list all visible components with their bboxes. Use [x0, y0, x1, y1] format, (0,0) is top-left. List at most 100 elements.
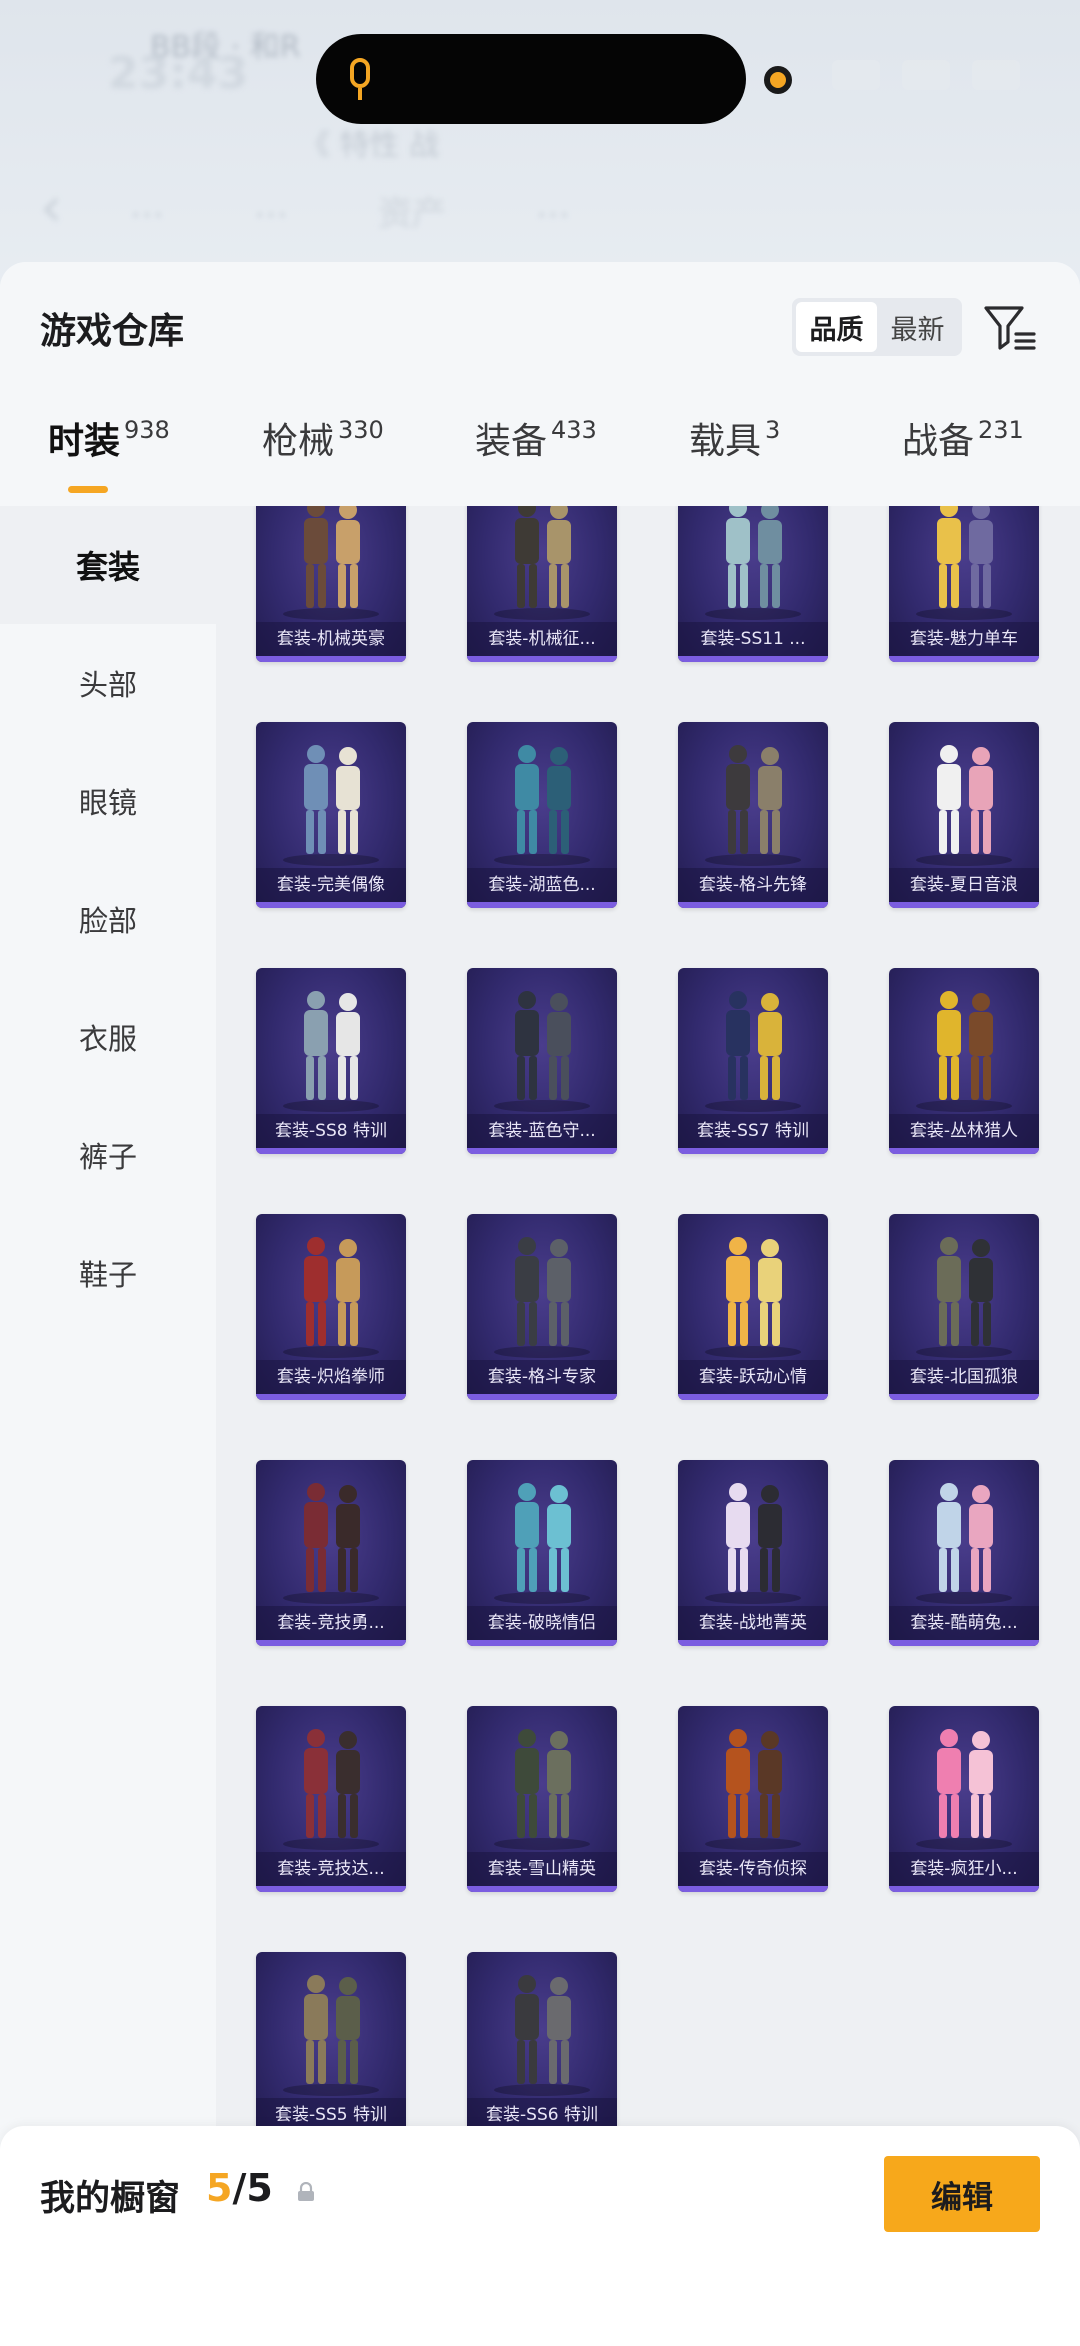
item-card[interactable]: 套装-疯狂小...: [889, 1706, 1039, 1892]
item-card-label: 套装-夏日音浪: [889, 868, 1039, 902]
outfit-thumbnail-icon: [705, 506, 801, 620]
lock-icon: [298, 2182, 314, 2201]
sidebar-item-outfit[interactable]: 套装: [0, 506, 216, 624]
item-card[interactable]: 套装-格斗先锋: [678, 722, 828, 908]
outfit-thumbnail-icon: [283, 1975, 379, 2096]
background-page: BB段 · 和R 23:43 《 特性 战 ‹ … … 资产 …: [0, 0, 1080, 300]
background-tabs: … … 资产 …: [130, 186, 570, 235]
outfit-thumbnail-icon: [494, 1729, 590, 1850]
dynamic-island: [316, 34, 746, 124]
item-card[interactable]: 套装-机械征...: [467, 506, 617, 662]
edit-button[interactable]: 编辑: [884, 2156, 1040, 2232]
item-card[interactable]: 套装-格斗专家: [467, 1214, 617, 1400]
item-card-label: 套装-竞技达...: [256, 1852, 406, 1886]
background-tab: …: [130, 186, 164, 226]
item-card-label: 套装-传奇侦探: [678, 1852, 828, 1886]
item-card[interactable]: 套装-SS11 ...: [678, 506, 828, 662]
tab-vehicles[interactable]: 载具 3: [689, 412, 780, 472]
outfit-thumbnail-icon: [494, 1975, 590, 2096]
item-card[interactable]: 套装-夏日音浪: [889, 722, 1039, 908]
item-card-label: 套装-破晓情侣: [467, 1606, 617, 1640]
item-card-label: 套装-炽焰拳师: [256, 1360, 406, 1394]
item-card[interactable]: 套装-湖蓝色...: [467, 722, 617, 908]
status-icons: [832, 60, 1020, 90]
item-card[interactable]: 套装-机械英豪: [256, 506, 406, 662]
item-card-label: 套装-战地菁英: [678, 1606, 828, 1640]
outfit-thumbnail-icon: [916, 1483, 1012, 1604]
showcase-bar: 我的橱窗 5/5 编辑: [0, 2126, 1080, 2346]
outfit-thumbnail-icon: [705, 1237, 801, 1358]
item-card[interactable]: 套装-雪山精英: [467, 1706, 617, 1892]
item-card[interactable]: 套装-破晓情侣: [467, 1460, 617, 1646]
tab-count: 938: [124, 416, 170, 444]
item-card-label: 套装-酷萌兔...: [889, 1606, 1039, 1640]
tab-label: 载具: [689, 421, 762, 462]
item-card-label: 套装-魅力单车: [889, 622, 1039, 656]
showcase-count: 5/5: [206, 2166, 273, 2210]
battery-icon: [972, 60, 1020, 90]
sidebar-item-head[interactable]: 头部: [0, 624, 216, 742]
tab-fashion[interactable]: 时装 938: [48, 412, 170, 472]
item-card[interactable]: 套装-SS8 特训: [256, 968, 406, 1154]
sort-option-quality[interactable]: 品质: [796, 302, 877, 352]
item-card-label: 套装-完美偶像: [256, 868, 406, 902]
tab-equipment[interactable]: 装备 433: [475, 412, 597, 472]
item-card[interactable]: 套装-SS5 特训: [256, 1952, 406, 2138]
item-card-label: 套装-机械征...: [467, 622, 617, 656]
item-card-label: 套装-蓝色守...: [467, 1114, 617, 1148]
item-card-label: 套装-疯狂小...: [889, 1852, 1039, 1886]
item-card-label: 套装-跃动心情: [678, 1360, 828, 1394]
item-card[interactable]: 套装-战地菁英: [678, 1460, 828, 1646]
outfit-thumbnail-icon: [916, 1729, 1012, 1850]
outfit-thumbnail-icon: [283, 745, 379, 866]
item-card-label: 套装-SS11 ...: [678, 622, 828, 656]
sort-option-latest[interactable]: 最新: [877, 302, 958, 352]
sheet-header: 游戏仓库 品质 最新 时装 938 枪械 330 装备 433 载具 3 战备 …: [0, 262, 1080, 502]
item-card[interactable]: 套装-跃动心情: [678, 1214, 828, 1400]
item-card[interactable]: 套装-酷萌兔...: [889, 1460, 1039, 1646]
tab-label: 战备: [902, 421, 975, 462]
microphone-icon: [350, 58, 370, 100]
item-card[interactable]: 套装-蓝色守...: [467, 968, 617, 1154]
showcase-title: 我的橱窗: [40, 2179, 181, 2219]
item-card[interactable]: 套装-北国孤狼: [889, 1214, 1039, 1400]
outfit-thumbnail-icon: [494, 1237, 590, 1358]
item-card-label: 套装-北国孤狼: [889, 1360, 1039, 1394]
background-tab: …: [254, 186, 288, 226]
item-card[interactable]: 套装-竞技勇...: [256, 1460, 406, 1646]
outfit-thumbnail-icon: [494, 745, 590, 866]
tab-label: 时装: [48, 421, 121, 462]
item-card[interactable]: 套装-竞技达...: [256, 1706, 406, 1892]
sidebar-item-clothes[interactable]: 衣服: [0, 978, 216, 1096]
item-card[interactable]: 套装-丛林猎人: [889, 968, 1039, 1154]
item-card[interactable]: 套装-传奇侦探: [678, 1706, 828, 1892]
item-card[interactable]: 套装-炽焰拳师: [256, 1214, 406, 1400]
wifi-icon: [902, 60, 950, 90]
item-card[interactable]: 套装-魅力单车: [889, 506, 1039, 662]
sidebar-item-pants[interactable]: 裤子: [0, 1096, 216, 1214]
item-card-label: 套装-丛林猎人: [889, 1114, 1039, 1148]
sidebar-item-glasses[interactable]: 眼镜: [0, 742, 216, 860]
subcategory-menu: 套装 头部 眼镜 脸部 衣服 裤子 鞋子: [0, 506, 216, 2346]
outfit-thumbnail-icon: [494, 991, 590, 1112]
sidebar-item-face[interactable]: 脸部: [0, 860, 216, 978]
filter-icon[interactable]: [982, 300, 1038, 356]
sidebar-item-shoes[interactable]: 鞋子: [0, 1214, 216, 1332]
outfit-thumbnail-icon: [705, 745, 801, 866]
showcase-current: 5: [206, 2166, 233, 2210]
outfit-thumbnail-icon: [283, 1729, 379, 1850]
item-card-label: 套装-格斗专家: [467, 1360, 617, 1394]
tab-count: 3: [765, 416, 781, 444]
item-card[interactable]: 套装-SS6 特训: [467, 1952, 617, 2138]
category-tabs: 时装 938 枪械 330 装备 433 载具 3 战备 231: [0, 412, 1080, 502]
item-card-label: 套装-竞技勇...: [256, 1606, 406, 1640]
outfit-thumbnail-icon: [916, 1237, 1012, 1358]
tab-label: 枪械: [262, 421, 335, 462]
tab-combat-gear[interactable]: 战备 231: [902, 412, 1024, 472]
item-card[interactable]: 套装-SS7 特训: [678, 968, 828, 1154]
item-card[interactable]: 套装-完美偶像: [256, 722, 406, 908]
tab-count: 231: [978, 416, 1024, 444]
item-card-label: 套装-湖蓝色...: [467, 868, 617, 902]
tab-guns[interactable]: 枪械 330: [262, 412, 384, 472]
outfit-thumbnail-icon: [283, 1237, 379, 1358]
